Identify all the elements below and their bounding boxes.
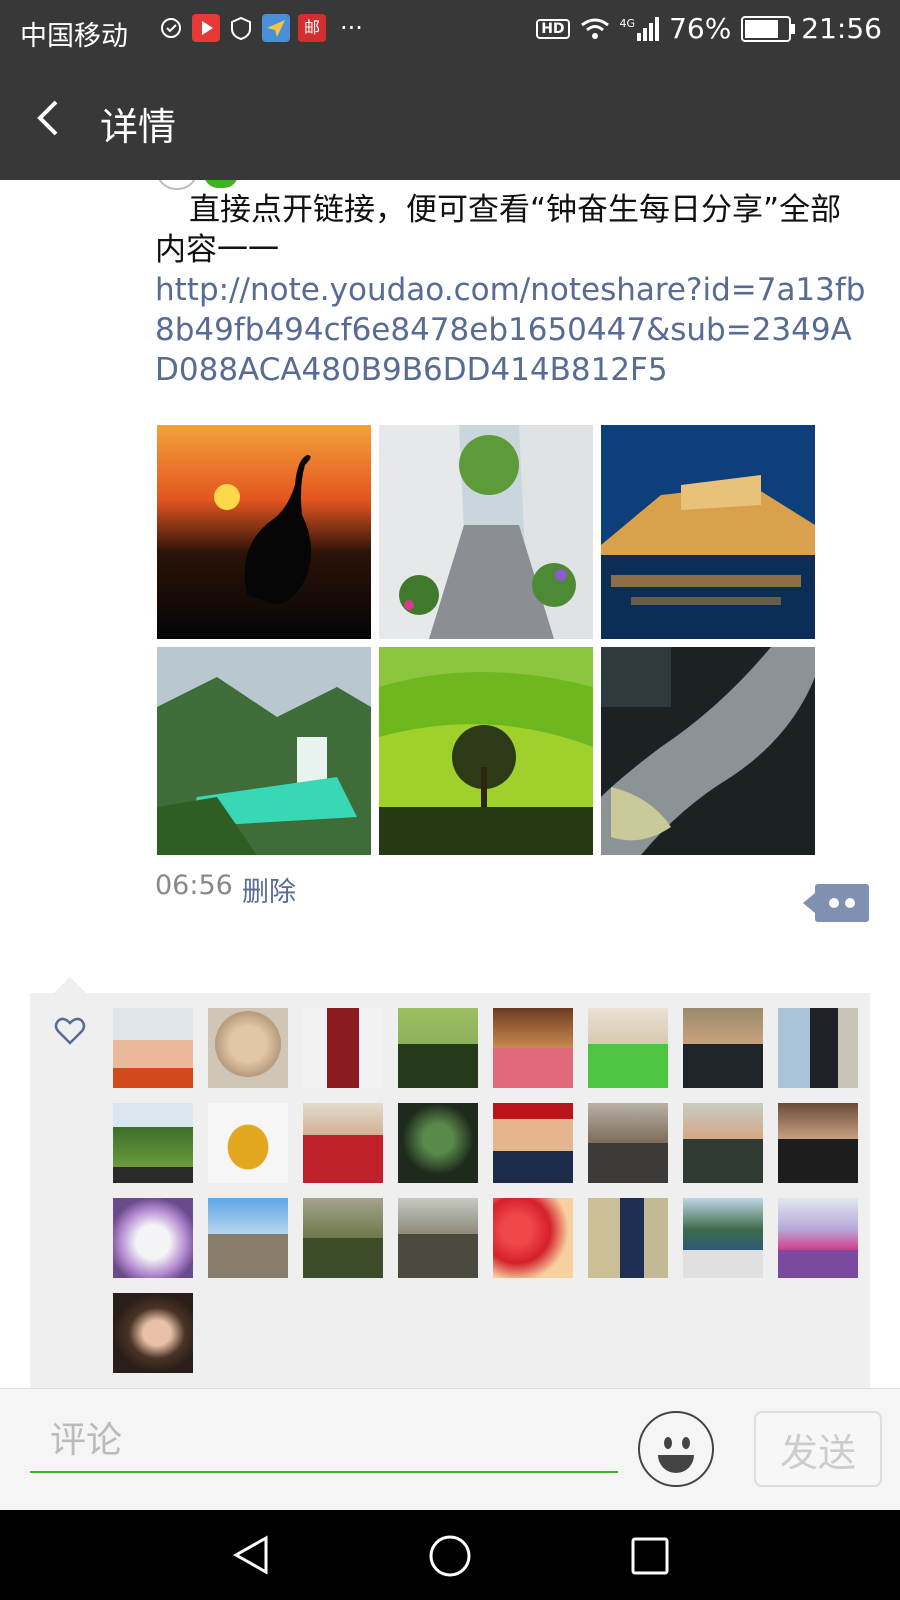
likes-arrow	[54, 977, 86, 993]
battery-percent: 76%	[669, 12, 732, 45]
post-time: 06:56	[155, 870, 233, 901]
like-avatar-9[interactable]	[113, 1103, 193, 1183]
comment-input[interactable]	[30, 1409, 618, 1473]
post-detail: 直接点开链接，便可查看“钟奋生每日分享”全部内容一一 http://note.y…	[0, 180, 900, 1388]
like-avatar-10[interactable]	[208, 1103, 288, 1183]
like-avatar-21[interactable]	[493, 1198, 573, 1278]
glacier-aerial-photo[interactable]	[601, 647, 815, 855]
like-avatar-25[interactable]	[113, 1293, 193, 1373]
emoji-icon[interactable]	[638, 1411, 714, 1487]
emoji-partial-icon	[156, 180, 198, 190]
clock: 21:56	[801, 12, 882, 45]
system-recents-icon[interactable]	[630, 1536, 670, 1576]
like-avatar-14[interactable]	[588, 1103, 668, 1183]
post-app-icon: 邮	[298, 14, 326, 42]
system-home-icon[interactable]	[428, 1534, 472, 1578]
system-nav-bar	[0, 1510, 900, 1600]
opera-house-photo[interactable]	[601, 425, 815, 639]
like-avatar-15[interactable]	[683, 1103, 763, 1183]
like-avatar-13[interactable]	[493, 1103, 573, 1183]
like-avatar-2[interactable]	[208, 1008, 288, 1088]
page-title: 详情	[100, 105, 177, 149]
like-avatar-8[interactable]	[778, 1008, 858, 1088]
post-text: 直接点开链接，便可查看“钟奋生每日分享”全部内容一一	[155, 192, 842, 268]
like-avatar-3[interactable]	[303, 1008, 383, 1088]
like-avatar-20[interactable]	[398, 1198, 478, 1278]
like-avatar-4[interactable]	[398, 1008, 478, 1088]
wifi-icon	[580, 18, 609, 39]
like-avatar-24[interactable]	[778, 1198, 858, 1278]
hd-icon: HD	[536, 18, 570, 39]
like-avatar-7[interactable]	[683, 1008, 763, 1088]
like-avatar-19[interactable]	[303, 1198, 383, 1278]
heart-icon	[54, 1017, 86, 1045]
battery-icon	[741, 15, 796, 42]
comment-bar: 发送	[0, 1388, 900, 1511]
system-back-icon[interactable]	[230, 1534, 272, 1576]
shield-check-icon	[231, 16, 251, 41]
send-button[interactable]: 发送	[754, 1411, 882, 1487]
more-actions-icon[interactable]	[803, 884, 869, 922]
delete-link[interactable]: 删除	[242, 870, 296, 909]
flower-alley-photo[interactable]	[379, 425, 593, 639]
like-avatar-22[interactable]	[588, 1198, 668, 1278]
like-avatar-17[interactable]	[113, 1198, 193, 1278]
paper-plane-app-icon	[262, 14, 290, 42]
post-link[interactable]: http://note.youdao.com/noteshare?id=7a13…	[155, 270, 875, 390]
back-arrow-icon[interactable]	[30, 98, 70, 138]
waterfall-valley-photo[interactable]	[157, 647, 371, 855]
notification-icons: 邮 ···	[158, 14, 363, 42]
signal-icon: 4G	[620, 16, 660, 41]
like-avatar-11[interactable]	[303, 1103, 383, 1183]
nav-bar: 详情	[0, 62, 900, 180]
like-avatar-1[interactable]	[113, 1008, 193, 1088]
video-app-icon	[192, 14, 220, 42]
location-shield-icon	[161, 18, 181, 38]
sunset-crane-photo[interactable]	[157, 425, 371, 639]
like-avatar-12[interactable]	[398, 1103, 478, 1183]
like-avatar-5[interactable]	[493, 1008, 573, 1088]
like-avatar-23[interactable]	[683, 1198, 763, 1278]
carrier-label: 中国移动	[20, 21, 128, 52]
frog-emoji-partial-icon	[204, 180, 238, 188]
like-avatar-18[interactable]	[208, 1198, 288, 1278]
green-hills-tree-photo[interactable]	[379, 647, 593, 855]
more-notifications-icon: ···	[340, 14, 363, 42]
like-avatar-16[interactable]	[778, 1103, 858, 1183]
status-bar: 中国移动 邮 ··· HD 4G 76% 21:56	[0, 0, 900, 62]
like-avatar-6[interactable]	[588, 1008, 668, 1088]
